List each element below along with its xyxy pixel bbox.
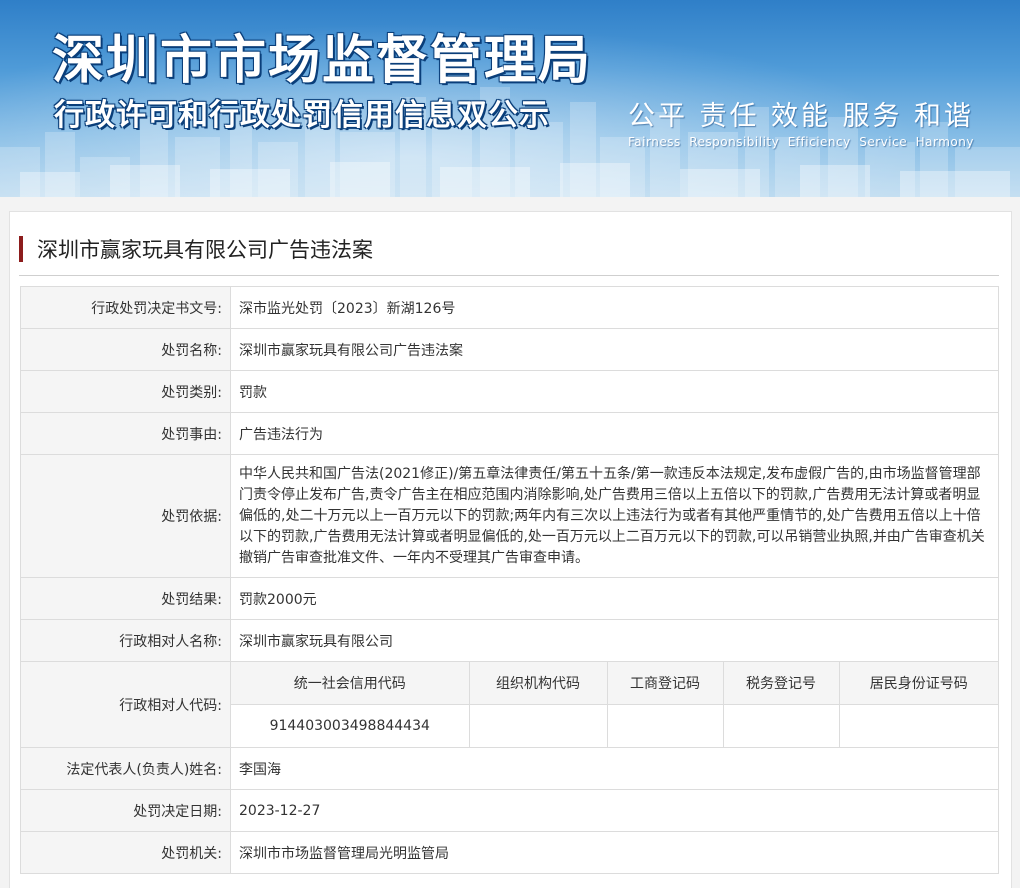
slogan-fairness-cn: 公平 — [628, 101, 688, 132]
row-party-code: 行政相对人代码: 统一社会信用代码 组织机构代码 工商登记码 税务登记号 居民身… — [20, 661, 999, 748]
heading-divider — [19, 275, 999, 276]
row-case-name: 处罚名称: 深圳市赢家玩具有限公司广告违法案 — [20, 328, 999, 371]
slogan-service-cn: 服务 — [842, 101, 903, 132]
basis-value: 中华人民共和国广告法(2021修正)/第五章法律责任/第五十五条/第一款违反本法… — [230, 454, 999, 578]
banner-slogans: 公平 责任 效能 服务 和谐 Fairness Responsibility E… — [628, 94, 988, 149]
site-banner: 深圳市市场监督管理局 行政许可和行政处罚信用信息双公示 公平 责任 效能 服务 … — [0, 0, 1020, 197]
slogan-harmony-en: Harmony — [915, 135, 974, 149]
banner-subtitle: 行政许可和行政处罚信用信息双公示 — [54, 98, 550, 133]
row-authority: 处罚机关: 深圳市市场监督管理局光明监管局 — [20, 831, 999, 874]
code-header-org: 组织机构代码 — [468, 662, 608, 705]
code-header-row: 统一社会信用代码 组织机构代码 工商登记码 税务登记号 居民身份证号码 — [231, 662, 998, 705]
case-name-value: 深圳市赢家玩具有限公司广告违法案 — [230, 328, 999, 371]
doc-no-value: 深市监光处罚〔2023〕新湖126号 — [230, 286, 999, 329]
slogan-efficiency-cn: 效能 — [771, 101, 831, 132]
slogan-responsibility-cn: 责任 — [699, 101, 760, 132]
row-cause: 处罚事由: 广告违法行为 — [20, 412, 999, 455]
code-header-id: 居民身份证号码 — [838, 662, 998, 705]
party-name-label: 行政相对人名称: — [20, 619, 231, 662]
party-code-table: 统一社会信用代码 组织机构代码 工商登记码 税务登记号 居民身份证号码 9144… — [231, 662, 998, 747]
code-header-tax: 税务登记号 — [722, 662, 840, 705]
banner-title: 深圳市市场监督管理局 — [52, 31, 593, 91]
code-value-credit: 914403003498844434 — [231, 704, 470, 747]
authority-label: 处罚机关: — [20, 831, 231, 874]
row-category: 处罚类别: 罚款 — [20, 370, 999, 413]
legal-rep-label: 法定代表人(负责人)姓名: — [20, 747, 231, 790]
party-code-cell: 统一社会信用代码 组织机构代码 工商登记码 税务登记号 居民身份证号码 9144… — [230, 661, 999, 748]
result-value: 罚款2000元 — [230, 577, 999, 620]
slogan-fairness-en: Fairness — [628, 135, 681, 149]
row-doc-no: 行政处罚决定书文号: 深市监光处罚〔2023〕新湖126号 — [20, 286, 999, 329]
row-result: 处罚结果: 罚款2000元 — [20, 577, 999, 620]
code-value-id — [838, 704, 998, 747]
code-value-org — [468, 704, 608, 747]
decision-date-value: 2023-12-27 — [230, 789, 999, 832]
case-name-label: 处罚名称: — [20, 328, 231, 371]
penalty-info-table: 行政处罚决定书文号: 深市监光处罚〔2023〕新湖126号 处罚名称: 深圳市赢… — [20, 286, 999, 874]
authority-value: 深圳市市场监督管理局光明监管局 — [230, 831, 999, 874]
code-value-tax — [722, 704, 840, 747]
row-decision-date: 处罚决定日期: 2023-12-27 — [20, 789, 999, 832]
heading-accent-bar — [19, 236, 23, 262]
decision-date-label: 处罚决定日期: — [20, 789, 231, 832]
doc-no-label: 行政处罚决定书文号: — [20, 286, 231, 329]
basis-label: 处罚依据: — [20, 454, 231, 578]
cause-label: 处罚事由: — [20, 412, 231, 455]
page-heading: 深圳市赢家玩具有限公司广告违法案 — [19, 234, 373, 264]
legal-rep-value: 李国海 — [230, 747, 999, 790]
slogan-responsibility-en: Responsibility — [689, 135, 780, 149]
slogan-service-en: Service — [859, 135, 908, 149]
row-party-name: 行政相对人名称: 深圳市赢家玩具有限公司 — [20, 619, 999, 662]
party-name-value: 深圳市赢家玩具有限公司 — [230, 619, 999, 662]
category-value: 罚款 — [230, 370, 999, 413]
row-legal-rep: 法定代表人(负责人)姓名: 李国海 — [20, 747, 999, 790]
code-header-business: 工商登记码 — [606, 662, 724, 705]
slogans-chinese: 公平 责任 效能 服务 和谐 — [628, 94, 974, 133]
slogan-harmony-cn: 和谐 — [914, 101, 974, 132]
code-value-business — [606, 704, 724, 747]
page-title: 深圳市赢家玩具有限公司广告违法案 — [37, 238, 373, 262]
slogans-english: Fairness Responsibility Efficiency Servi… — [628, 135, 974, 149]
category-label: 处罚类别: — [20, 370, 231, 413]
code-value-row: 914403003498844434 — [231, 704, 998, 747]
content-panel: 深圳市赢家玩具有限公司广告违法案 行政处罚决定书文号: 深市监光处罚〔2023〕… — [9, 211, 1012, 888]
cause-value: 广告违法行为 — [230, 412, 999, 455]
slogan-efficiency-en: Efficiency — [787, 135, 851, 149]
result-label: 处罚结果: — [20, 577, 231, 620]
party-code-label: 行政相对人代码: — [20, 661, 231, 748]
row-basis: 处罚依据: 中华人民共和国广告法(2021修正)/第五章法律责任/第五十五条/第… — [20, 454, 999, 578]
code-header-credit: 统一社会信用代码 — [231, 662, 470, 705]
